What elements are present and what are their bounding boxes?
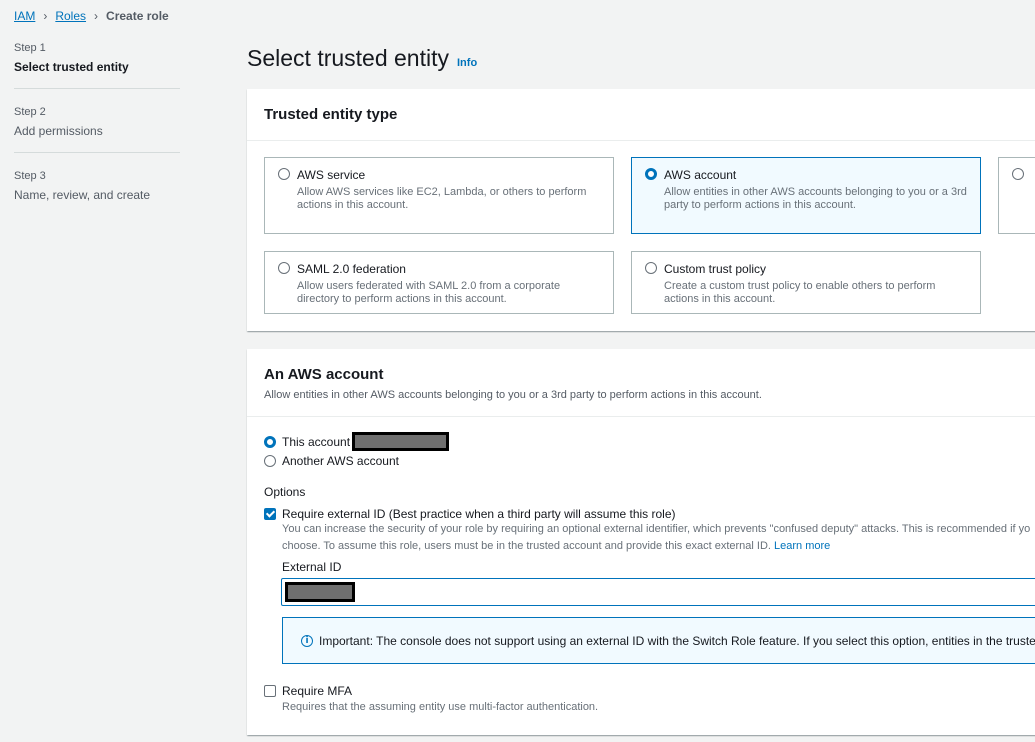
options-label: Options: [264, 485, 306, 499]
tile-description: Create a custom trust policy to enable o…: [664, 280, 936, 305]
panel-description: Allow entities in other AWS accounts bel…: [264, 389, 762, 401]
info-icon: i: [301, 634, 313, 647]
radio-button[interactable]: [645, 262, 657, 274]
tile-saml-federation[interactable]: SAML 2.0 federation Allow users federate…: [264, 251, 614, 314]
require-mfa-checkbox[interactable]: Require MFA: [264, 684, 352, 698]
step-number: Step 1: [14, 42, 46, 54]
option-label: This account: [282, 434, 351, 449]
checkbox-label: Require MFA: [282, 684, 353, 698]
tile-title: SAML 2.0 federation: [297, 262, 406, 276]
step-number: Step 3: [14, 170, 46, 182]
tile-title: AWS service: [297, 168, 366, 182]
info-alert: i Important: The console does not suppor…: [282, 617, 1035, 664]
external-id-description: You can increase the security of your ro…: [282, 521, 1030, 555]
radio-button[interactable]: [278, 168, 290, 180]
tile-title: AWS account: [664, 168, 737, 182]
page-header: Select trusted entity Info: [247, 45, 477, 72]
breadcrumb-iam-link[interactable]: IAM: [14, 9, 35, 23]
step-2: Step 2 Add permissions: [14, 106, 180, 153]
step-3: Step 3 Name, review, and create: [14, 170, 180, 216]
tile-description: Allow users federated with SAML 2.0 from…: [297, 280, 561, 305]
redacted-external-id: [285, 582, 355, 602]
redacted-account-id: [352, 432, 450, 451]
option-label: Another AWS account: [282, 454, 399, 468]
radio-button-selected[interactable]: [645, 168, 657, 180]
tile-aws-service[interactable]: AWS service Allow AWS services like EC2,…: [264, 157, 614, 234]
description-text: choose. To assume this role, users must …: [282, 540, 771, 552]
checkbox[interactable]: [264, 685, 276, 697]
step-title: Add permissions: [14, 124, 103, 138]
aws-account-panel: An AWS account Allow entities in other A…: [247, 349, 1035, 735]
divider: [247, 416, 1035, 417]
require-external-id-checkbox[interactable]: Require external ID (Best practice when …: [264, 507, 676, 521]
checkbox-label: Require external ID (Best practice when …: [282, 507, 676, 521]
breadcrumb-current: Create role: [106, 9, 169, 23]
breadcrumb-roles-link[interactable]: Roles: [55, 9, 86, 23]
step-title: Select trusted entity: [14, 60, 129, 74]
panel-heading: An AWS account: [264, 366, 384, 383]
tile-description: Allow entities in other AWS accounts bel…: [664, 186, 967, 211]
require-mfa-description: Requires that the assuming entity use mu…: [282, 701, 599, 713]
radio-button[interactable]: [278, 262, 290, 274]
external-id-input[interactable]: [281, 578, 1035, 606]
step-1[interactable]: Step 1 Select trusted entity: [14, 42, 180, 89]
wizard-steps: Step 1 Select trusted entity Step 2 Add …: [14, 42, 180, 233]
external-id-label: External ID: [282, 560, 342, 574]
step-title: Name, review, and create: [14, 188, 151, 202]
radio-button[interactable]: [264, 455, 276, 467]
page-title: Select trusted entity: [247, 45, 449, 71]
description-line: You can increase the security of your ro…: [282, 523, 1031, 535]
tile-description: Allow AWS services like EC2, Lambda, or …: [297, 186, 587, 211]
alert-text: Important: The console does not support …: [319, 633, 1035, 648]
chevron-right-icon: ›: [43, 9, 48, 23]
panel-heading: Trusted entity type: [264, 106, 398, 123]
step-number: Step 2: [14, 106, 46, 118]
tile-title: Custom trust policy: [664, 262, 767, 276]
radio-button[interactable]: [1012, 168, 1024, 180]
divider: [247, 140, 1035, 141]
this-account-option[interactable]: This account: [264, 432, 450, 451]
info-link[interactable]: Info: [457, 57, 477, 69]
chevron-right-icon: ›: [94, 9, 99, 23]
tile-aws-account[interactable]: AWS account Allow entities in other AWS …: [631, 157, 981, 234]
learn-more-link[interactable]: Learn more: [774, 540, 830, 552]
tile-custom-trust-policy[interactable]: Custom trust policy Create a custom trus…: [631, 251, 981, 314]
another-account-option[interactable]: Another AWS account: [264, 454, 399, 468]
radio-button-selected[interactable]: [264, 435, 276, 448]
trusted-entity-panel: Trusted entity type AWS service Allow AW…: [247, 89, 1035, 331]
checkbox-checked[interactable]: [264, 508, 276, 520]
tile-web-identity[interactable]: [998, 157, 1035, 234]
breadcrumb: IAM › Roles › Create role: [14, 9, 169, 23]
description-line: choose. To assume this role, users must …: [282, 538, 1030, 555]
